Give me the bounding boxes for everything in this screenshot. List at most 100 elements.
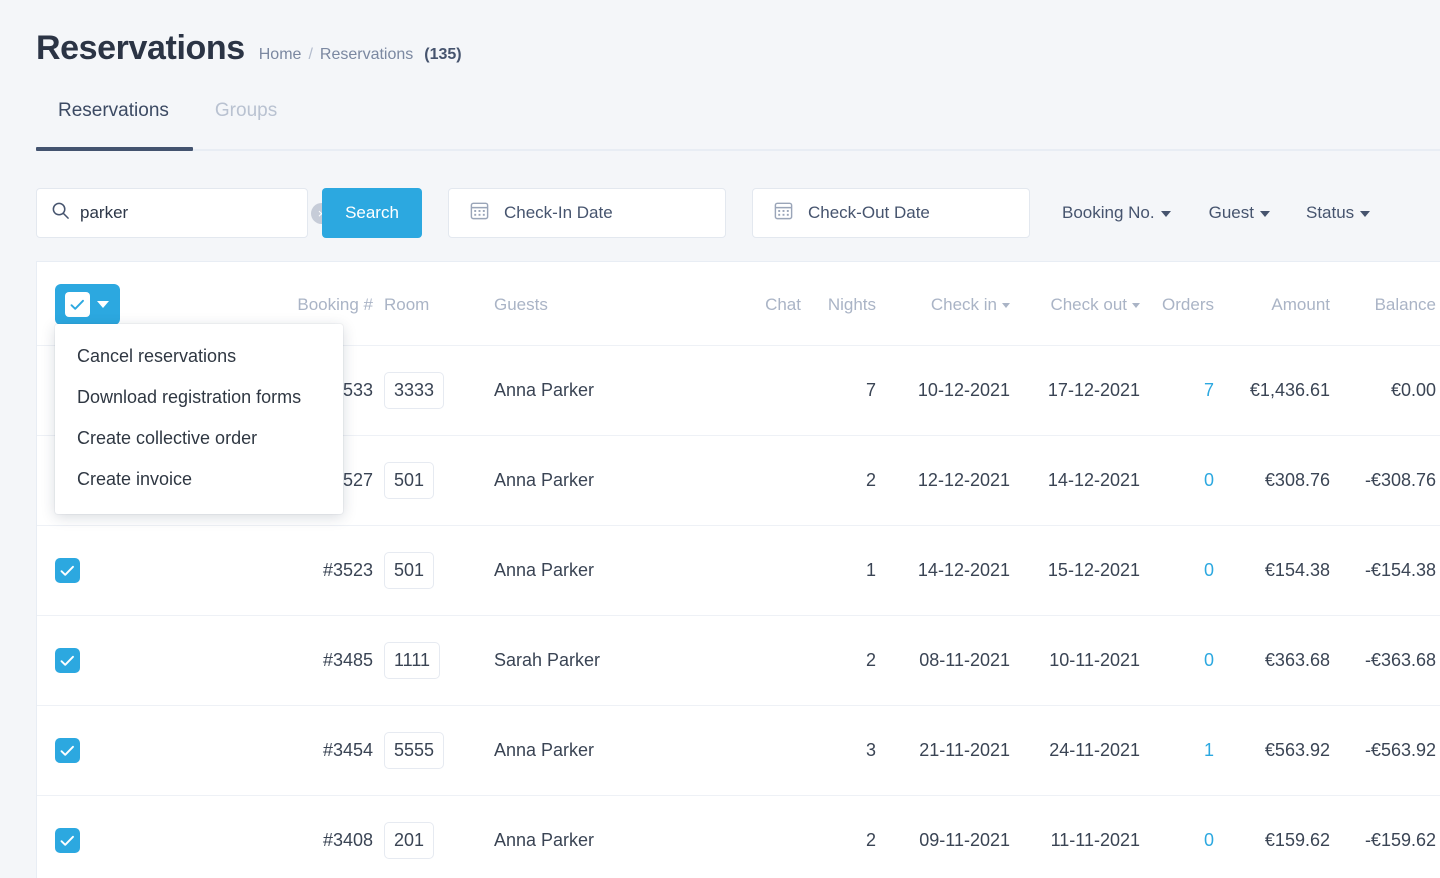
cell-nights: 2 — [813, 795, 887, 878]
column-header-guests[interactable]: Guests — [455, 262, 693, 346]
checkbox-checked-icon[interactable] — [65, 292, 90, 317]
cell-guest[interactable]: Anna Parker — [455, 705, 693, 796]
cell-amount: €363.68 — [1226, 615, 1346, 706]
calendar-icon — [469, 200, 490, 226]
cell-orders[interactable]: 0 — [1140, 615, 1226, 706]
tab-groups[interactable]: Groups — [193, 94, 301, 151]
column-header-checkout-sort[interactable]: Check out — [1050, 295, 1140, 315]
filter-guest[interactable]: Guest — [1209, 203, 1270, 223]
column-header-checkout[interactable]: Check out — [1012, 262, 1140, 346]
cell-booking[interactable]: #3485 — [123, 615, 373, 706]
column-header-orders[interactable]: Orders — [1140, 262, 1226, 346]
cell-checkout: 24-11-2021 — [1012, 705, 1140, 796]
filter-status[interactable]: Status — [1305, 203, 1371, 223]
search-button[interactable]: Search — [322, 188, 422, 238]
cell-guest[interactable]: Anna Parker — [455, 345, 693, 436]
breadcrumb-home[interactable]: Home — [259, 44, 302, 66]
cell-chat[interactable] — [693, 615, 813, 706]
column-header-nights[interactable]: Nights — [813, 262, 887, 346]
cell-booking[interactable]: #3523 — [123, 525, 373, 616]
cell-chat[interactable] — [693, 705, 813, 796]
cell-guest[interactable]: Sarah Parker — [455, 615, 693, 706]
breadcrumb-separator: / — [308, 46, 313, 63]
cell-balance: -€563.92 — [1346, 705, 1440, 796]
checkout-date-label: Check-Out Date — [808, 203, 930, 222]
cell-chat[interactable] — [693, 525, 813, 616]
cell-chat[interactable] — [693, 345, 813, 436]
row-checkbox-checked-icon[interactable] — [55, 558, 80, 583]
chevron-down-icon — [1259, 211, 1270, 217]
cell-balance: €0.00 — [1346, 345, 1440, 436]
filter-status-label: Status — [1305, 203, 1355, 222]
row-select-cell — [37, 615, 123, 706]
column-header-room[interactable]: Room — [373, 262, 455, 346]
cell-amount: €1,436.61 — [1226, 345, 1346, 436]
cell-chat[interactable] — [693, 435, 813, 526]
cell-orders[interactable]: 0 — [1140, 525, 1226, 616]
cell-orders[interactable]: 0 — [1140, 435, 1226, 526]
cell-room: 1111 — [373, 615, 455, 706]
room-badge[interactable]: 201 — [384, 822, 435, 859]
menu-item-cancel-reservations[interactable]: Cancel reservations — [55, 336, 343, 377]
cell-room: 501 — [373, 435, 455, 526]
breadcrumb: Home / Reservations (135) — [259, 44, 462, 66]
cell-checkin: 10-12-2021 — [887, 345, 1012, 436]
row-checkbox-checked-icon[interactable] — [55, 738, 80, 763]
cell-nights: 2 — [813, 435, 887, 526]
cell-orders[interactable]: 7 — [1140, 345, 1226, 436]
bulk-action-menu: Cancel reservations Download registratio… — [55, 324, 343, 514]
cell-chat[interactable] — [693, 795, 813, 878]
menu-item-download-registration-forms[interactable]: Download registration forms — [55, 377, 343, 418]
column-header-chat[interactable]: Chat — [693, 262, 813, 346]
cell-booking[interactable]: #3408 — [123, 795, 373, 878]
tab-bar: Reservations Groups — [0, 94, 1440, 151]
cell-balance: -€159.62 — [1346, 795, 1440, 878]
room-badge[interactable]: 3333 — [384, 372, 445, 409]
sidebar-resize-handle[interactable] — [3, 540, 10, 582]
cell-nights: 1 — [813, 525, 887, 616]
cell-orders[interactable]: 0 — [1140, 795, 1226, 878]
calendar-icon — [773, 200, 794, 226]
column-header-checkin[interactable]: Check in — [887, 262, 1012, 346]
chevron-down-icon — [1160, 211, 1171, 217]
cell-amount: €308.76 — [1226, 435, 1346, 526]
row-select-cell — [37, 705, 123, 796]
room-badge[interactable]: 501 — [384, 552, 435, 589]
cell-nights: 7 — [813, 345, 887, 436]
breadcrumb-count: (135) — [424, 46, 462, 63]
table-row[interactable]: #3408 201 Anna Parker 2 09-11-2021 11-11-2021… — [37, 795, 1440, 878]
search-input[interactable] — [80, 203, 301, 223]
checkin-date-field[interactable]: Check-In Date — [448, 188, 726, 238]
column-header-amount[interactable]: Amount — [1226, 262, 1346, 346]
row-checkbox-checked-icon[interactable] — [55, 648, 80, 673]
column-header-checkin-sort[interactable]: Check in — [931, 295, 1010, 315]
table-row[interactable]: #3523 501 Anna Parker 1 14-12-2021 15-12-2021… — [37, 525, 1440, 616]
room-badge[interactable]: 5555 — [384, 732, 445, 769]
cell-nights: 2 — [813, 615, 887, 706]
room-badge[interactable]: 1111 — [384, 642, 441, 679]
tab-reservations[interactable]: Reservations — [36, 94, 193, 151]
cell-booking[interactable]: #3454 — [123, 705, 373, 796]
column-header-checkout-label: Check out — [1050, 294, 1127, 314]
menu-item-create-collective-order[interactable]: Create collective order — [55, 418, 343, 459]
checkout-date-field[interactable]: Check-Out Date — [752, 188, 1030, 238]
cell-room: 501 — [373, 525, 455, 616]
table-row[interactable]: #3485 1111 Sarah Parker 2 08-11-2021 10-11-20… — [37, 615, 1440, 706]
table-row[interactable]: #3454 5555 Anna Parker 3 21-11-2021 24-11-202… — [37, 705, 1440, 796]
cell-checkin: 12-12-2021 — [887, 435, 1012, 526]
cell-guest[interactable]: Anna Parker — [455, 435, 693, 526]
cell-balance: -€363.68 — [1346, 615, 1440, 706]
cell-guest[interactable]: Anna Parker — [455, 525, 693, 616]
search-field[interactable]: × — [36, 188, 332, 238]
row-checkbox-checked-icon[interactable] — [55, 828, 80, 853]
menu-item-create-invoice[interactable]: Create invoice — [55, 459, 343, 500]
cell-guest[interactable]: Anna Parker — [455, 795, 693, 878]
select-all-dropdown-button[interactable] — [55, 284, 120, 325]
room-badge[interactable]: 501 — [384, 462, 435, 499]
column-header-checkin-label: Check in — [930, 294, 997, 314]
row-select-cell — [37, 525, 123, 616]
cell-orders[interactable]: 1 — [1140, 705, 1226, 796]
chevron-down-icon — [1360, 211, 1371, 217]
filter-booking-no[interactable]: Booking No. — [1062, 203, 1171, 223]
column-header-balance[interactable]: Balance — [1346, 262, 1440, 346]
